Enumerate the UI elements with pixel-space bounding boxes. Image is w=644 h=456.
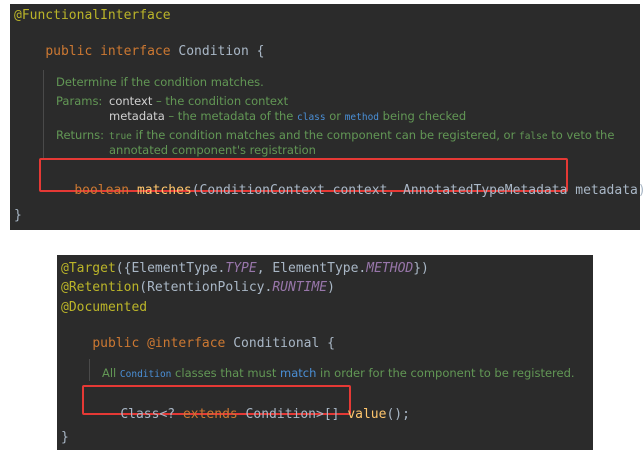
annotation-retention: @Retention(RetentionPolicy.RUNTIME): [61, 280, 335, 296]
retention-close: ): [327, 280, 335, 295]
annotation-target: @Target({ElementType.TYPE, ElementType.M…: [61, 261, 429, 277]
param-name-metadata: metadata: [109, 109, 165, 123]
method-matches-signature[interactable]: boolean matches(ConditionContext context…: [43, 167, 644, 215]
interface-name: Condition: [178, 44, 249, 59]
type-class-pre: Class<?: [120, 407, 183, 422]
const-type: TYPE: [225, 261, 257, 276]
param-name-context: context: [109, 94, 153, 108]
target-sep: , ElementType.: [256, 261, 367, 276]
code-true: true: [109, 131, 132, 142]
annotation-retention-name: @Retention: [61, 280, 140, 295]
keyword-at-interface: @interface: [147, 336, 226, 351]
code-false: false: [518, 131, 548, 142]
target-close: }): [413, 261, 429, 276]
param-desc-metadata-pre: – the metadata of the: [164, 109, 297, 123]
param-desc-metadata-post: being checked: [379, 109, 467, 123]
doc-summary: Determine if the condition matches.: [56, 75, 264, 89]
code-panel-condition: @FunctionalInterface public interface Co…: [10, 4, 644, 230]
doc-params-label: Params:: [56, 94, 103, 108]
open-brace: {: [327, 336, 335, 351]
method-params: (ConditionContext context, AnnotatedType…: [191, 183, 644, 198]
target-open: ({ElementType.: [115, 261, 226, 276]
keyword-public: public: [92, 336, 140, 351]
doc-mid: classes that must: [171, 366, 280, 380]
keyword-boolean: boolean: [74, 183, 130, 198]
doc-comment-bar: [43, 70, 44, 160]
method-name-value: value: [347, 407, 387, 422]
doc-pre: All: [102, 366, 120, 380]
method-end: ();: [386, 407, 410, 422]
method-name-matches: matches: [136, 183, 192, 198]
close-brace: }: [61, 430, 69, 445]
type-class-post: Condition>[]: [237, 407, 348, 422]
doc-comment-bar: [89, 359, 90, 381]
method-value-signature[interactable]: Class<? extends Condition>[] value();: [89, 391, 410, 439]
code-condition: Condition: [119, 369, 172, 380]
code-class: class: [297, 112, 326, 123]
open-brace: {: [256, 44, 265, 59]
code-panel-conditional: @Target({ElementType.TYPE, ElementType.M…: [57, 255, 593, 450]
annotation-functional-interface: @FunctionalInterface: [14, 8, 171, 23]
const-runtime: RUNTIME: [272, 280, 328, 295]
doc-conditional-summary: All Condition classes that must match in…: [102, 365, 575, 383]
doc-param-metadata: metadata – the metadata of the class or …: [109, 108, 466, 126]
doc-returns-label: Returns:: [56, 128, 105, 142]
annotation-target-name: @Target: [61, 261, 116, 276]
annotation-documented: @Documented: [61, 300, 148, 315]
code-method: method: [344, 112, 380, 123]
param-desc-metadata-mid: or: [325, 109, 345, 123]
doc-returns-line2: annotated component's registration: [109, 143, 316, 157]
returns-text-2: to veto the: [547, 128, 615, 142]
link-match[interactable]: match: [280, 366, 316, 380]
annotation-name: Conditional: [233, 336, 320, 351]
close-brace: }: [14, 208, 22, 223]
keyword-public: public: [45, 44, 93, 59]
keyword-extends: extends: [182, 407, 238, 422]
const-method: METHOD: [366, 261, 414, 276]
doc-post: in order for the component to be registe…: [316, 366, 575, 380]
annotation-interface-declaration: public @interface Conditional {: [61, 320, 335, 368]
returns-text-1: if the condition matches and the compone…: [131, 128, 519, 142]
interface-declaration: public interface Condition {: [14, 28, 265, 76]
param-desc-context: – the condition context: [152, 94, 289, 108]
keyword-interface: interface: [100, 44, 171, 59]
doc-param-context: context – the condition context: [109, 93, 288, 109]
retention-open: (RetentionPolicy.: [139, 280, 273, 295]
